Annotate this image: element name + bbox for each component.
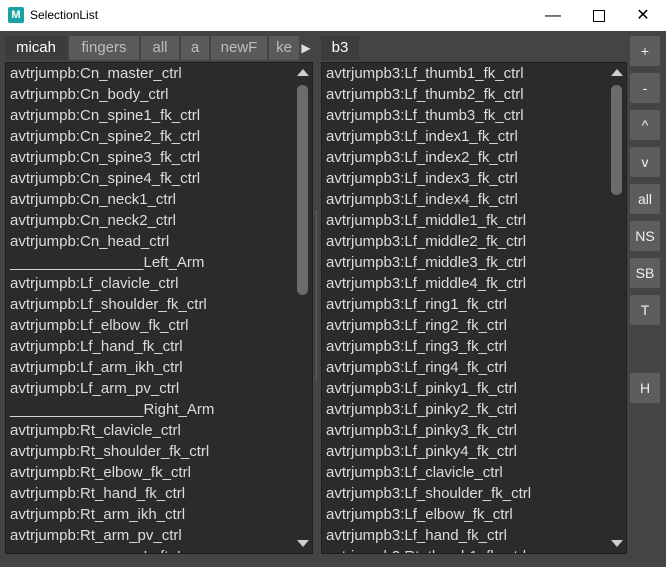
move-up-button[interactable]: ^ xyxy=(630,110,660,140)
list-item[interactable]: avtrjumpb3:Lf_middle3_fk_ctrl xyxy=(322,252,608,273)
list-item[interactable]: avtrjumpb:Lf_hand_fk_ctrl xyxy=(6,336,294,357)
list-item[interactable]: ________________Left_Leg xyxy=(6,546,294,553)
right-list-items: avtrjumpb3:Lf_thumb1_fk_ctrl avtrjumpb3:L… xyxy=(322,63,608,553)
list-item[interactable]: avtrjumpb3:Lf_index4_fk_ctrl xyxy=(322,189,608,210)
list-item[interactable]: avtrjumpb3:Lf_pinky1_fk_ctrl xyxy=(322,378,608,399)
list-item[interactable]: avtrjumpb:Cn_spine2_fk_ctrl xyxy=(6,126,294,147)
tab-ke[interactable]: ke xyxy=(269,36,299,60)
title-bar: M SelectionList — ✕ xyxy=(0,0,666,32)
list-item[interactable]: avtrjumpb3:Lf_shoulder_fk_ctrl xyxy=(322,483,608,504)
list-item[interactable]: avtrjumpb3:Rt_thumb1_fk_ctrl xyxy=(322,546,608,553)
right-tab-bar: b3 xyxy=(321,36,361,60)
list-item[interactable]: ________________Right_Arm xyxy=(6,399,294,420)
maya-app-icon: M xyxy=(8,7,24,23)
list-item[interactable]: avtrjumpb3:Lf_pinky3_fk_ctrl xyxy=(322,420,608,441)
list-item[interactable]: avtrjumpb:Lf_clavicle_ctrl xyxy=(6,273,294,294)
list-item[interactable]: avtrjumpb:Cn_spine1_fk_ctrl xyxy=(6,105,294,126)
list-item[interactable]: avtrjumpb3:Lf_index1_fk_ctrl xyxy=(322,126,608,147)
list-item[interactable]: avtrjumpb:Cn_head_ctrl xyxy=(6,231,294,252)
list-item[interactable]: ________________Left_Arm xyxy=(6,252,294,273)
list-item[interactable]: avtrjumpb:Lf_shoulder_fk_ctrl xyxy=(6,294,294,315)
scroll-down-arrow-icon[interactable] xyxy=(611,540,623,547)
list-item[interactable]: avtrjumpb3:Lf_index2_fk_ctrl xyxy=(322,147,608,168)
tab-a[interactable]: a xyxy=(181,36,209,60)
scroll-down-arrow-icon[interactable] xyxy=(297,540,309,547)
left-selection-list[interactable]: avtrjumpb:Cn_master_ctrl avtrjumpb:Cn_bod… xyxy=(5,62,313,554)
maximize-button[interactable] xyxy=(576,0,622,31)
list-item[interactable]: avtrjumpb3:Lf_clavicle_ctrl xyxy=(322,462,608,483)
tab-micah[interactable]: micah xyxy=(5,36,67,60)
list-item[interactable]: avtrjumpb3:Lf_elbow_fk_ctrl xyxy=(322,504,608,525)
tab-b3[interactable]: b3 xyxy=(321,36,359,60)
tab-fingers[interactable]: fingers xyxy=(69,36,139,60)
maximize-icon xyxy=(593,9,605,22)
list-item[interactable]: avtrjumpb:Cn_spine4_fk_ctrl xyxy=(6,168,294,189)
list-item[interactable]: avtrjumpb:Cn_body_ctrl xyxy=(6,84,294,105)
right-list-scrollbar[interactable] xyxy=(608,63,626,553)
close-icon: ✕ xyxy=(636,7,650,24)
tab-scroll-right-icon[interactable]: ▶ xyxy=(299,36,313,60)
list-item[interactable]: avtrjumpb3:Lf_ring4_fk_ctrl xyxy=(322,357,608,378)
list-item[interactable]: avtrjumpb:Cn_spine3_fk_ctrl xyxy=(6,147,294,168)
list-item[interactable]: avtrjumpb:Rt_arm_ikh_ctrl xyxy=(6,504,294,525)
left-list-scrollbar[interactable] xyxy=(294,63,312,553)
list-item[interactable]: avtrjumpb:Cn_master_ctrl xyxy=(6,63,294,84)
list-item[interactable]: avtrjumpb:Lf_arm_pv_ctrl xyxy=(6,378,294,399)
list-item[interactable]: avtrjumpb:Rt_elbow_fk_ctrl xyxy=(6,462,294,483)
list-item[interactable]: avtrjumpb:Rt_clavicle_ctrl xyxy=(6,420,294,441)
sb-button[interactable]: SB xyxy=(630,258,660,288)
list-item[interactable]: avtrjumpb3:Lf_thumb1_fk_ctrl xyxy=(322,63,608,84)
minimize-icon: — xyxy=(545,7,561,24)
list-item[interactable]: avtrjumpb:Rt_arm_pv_ctrl xyxy=(6,525,294,546)
list-item[interactable]: avtrjumpb3:Lf_hand_fk_ctrl xyxy=(322,525,608,546)
list-item[interactable]: avtrjumpb:Cn_neck2_ctrl xyxy=(6,210,294,231)
right-selection-list[interactable]: avtrjumpb3:Lf_thumb1_fk_ctrl avtrjumpb3:L… xyxy=(321,62,627,554)
list-item[interactable]: avtrjumpb3:Lf_middle4_fk_ctrl xyxy=(322,273,608,294)
list-item[interactable]: avtrjumpb3:Lf_thumb2_fk_ctrl xyxy=(322,84,608,105)
list-item[interactable]: avtrjumpb3:Lf_pinky2_fk_ctrl xyxy=(322,399,608,420)
tab-all[interactable]: all xyxy=(141,36,179,60)
scroll-up-arrow-icon[interactable] xyxy=(297,69,309,76)
scrollbar-thumb[interactable] xyxy=(297,85,308,295)
panel-splitter-handle[interactable] xyxy=(316,211,319,381)
list-item[interactable]: avtrjumpb3:Lf_index3_fk_ctrl xyxy=(322,168,608,189)
add-item-button[interactable]: + xyxy=(630,36,660,66)
list-item[interactable]: avtrjumpb3:Lf_thumb3_fk_ctrl xyxy=(322,105,608,126)
window-title: SelectionList xyxy=(30,8,99,22)
list-item[interactable]: avtrjumpb:Lf_elbow_fk_ctrl xyxy=(6,315,294,336)
list-item[interactable]: avtrjumpb3:Lf_ring3_fk_ctrl xyxy=(322,336,608,357)
list-item[interactable]: avtrjumpb:Rt_shoulder_fk_ctrl xyxy=(6,441,294,462)
close-button[interactable]: ✕ xyxy=(620,0,666,31)
tab-newf[interactable]: newF xyxy=(211,36,267,60)
list-item[interactable]: avtrjumpb3:Lf_middle1_fk_ctrl xyxy=(322,210,608,231)
list-item[interactable]: avtrjumpb:Cn_neck1_ctrl xyxy=(6,189,294,210)
list-item[interactable]: avtrjumpb3:Lf_ring2_fk_ctrl xyxy=(322,315,608,336)
left-tab-bar: micah fingers all a newF ke ▶ xyxy=(5,36,313,60)
move-down-button[interactable]: v xyxy=(630,147,660,177)
list-item[interactable]: avtrjumpb:Lf_arm_ikh_ctrl xyxy=(6,357,294,378)
namespace-button[interactable]: NS xyxy=(630,221,660,251)
t-button[interactable]: T xyxy=(630,295,660,325)
remove-item-button[interactable]: - xyxy=(630,73,660,103)
list-item[interactable]: avtrjumpb:Rt_hand_fk_ctrl xyxy=(6,483,294,504)
help-button[interactable]: H xyxy=(630,373,660,403)
select-all-button[interactable]: all xyxy=(630,184,660,214)
selection-list-window: micah fingers all a newF ke ▶ avtrjumpb:… xyxy=(0,31,666,567)
scrollbar-thumb[interactable] xyxy=(611,85,622,195)
list-item[interactable]: avtrjumpb3:Lf_ring1_fk_ctrl xyxy=(322,294,608,315)
minimize-button[interactable]: — xyxy=(530,0,576,31)
list-item[interactable]: avtrjumpb3:Lf_middle2_fk_ctrl xyxy=(322,231,608,252)
scroll-up-arrow-icon[interactable] xyxy=(611,69,623,76)
list-item[interactable]: avtrjumpb3:Lf_pinky4_fk_ctrl xyxy=(322,441,608,462)
left-list-items: avtrjumpb:Cn_master_ctrl avtrjumpb:Cn_bod… xyxy=(6,63,294,553)
